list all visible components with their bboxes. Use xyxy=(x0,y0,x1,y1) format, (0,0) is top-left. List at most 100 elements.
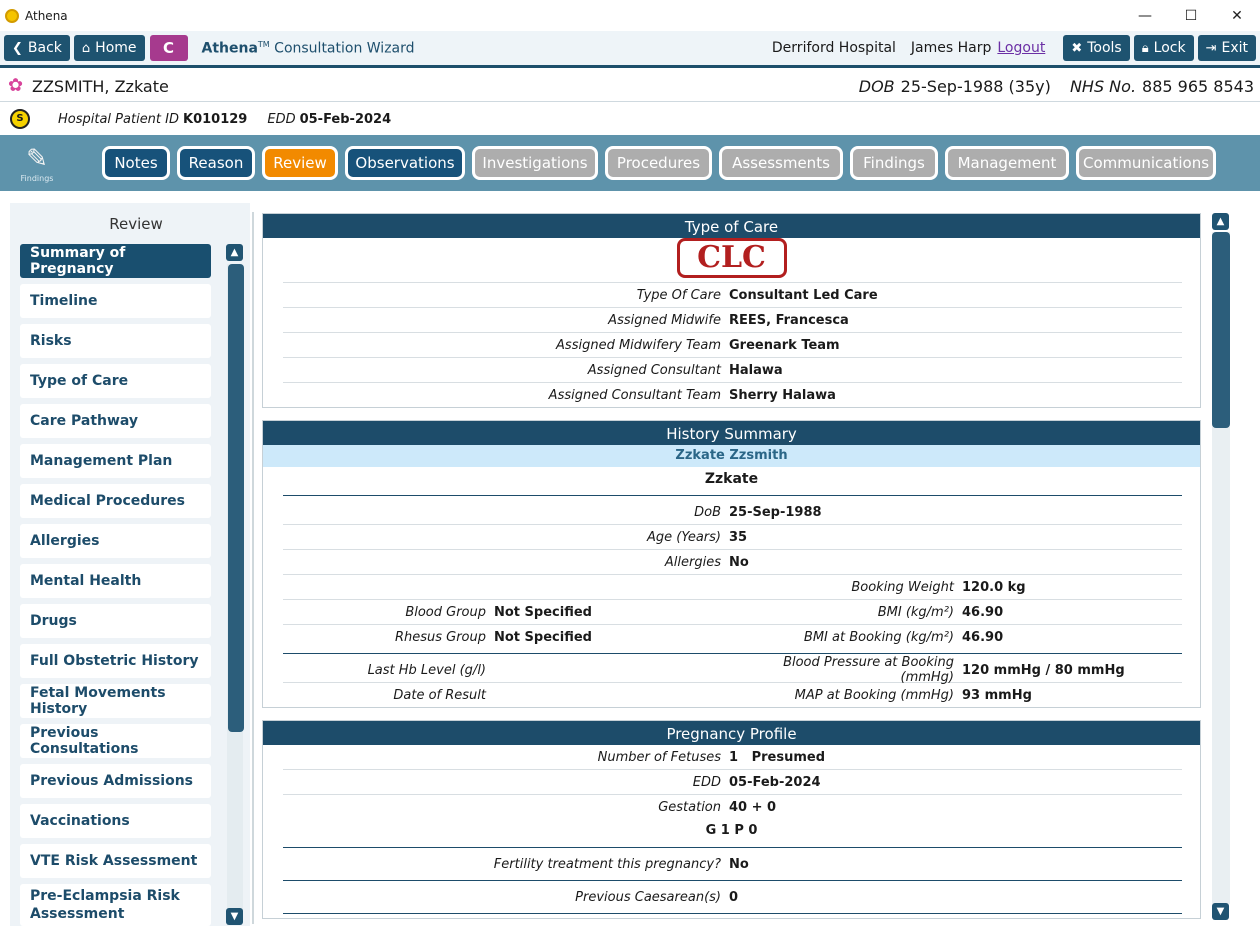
home-icon: ⌂ xyxy=(81,40,91,56)
tab-communications[interactable]: Communications xyxy=(1076,146,1216,180)
tools-label: Tools xyxy=(1087,40,1122,56)
nav-management-plan[interactable]: Management Plan xyxy=(20,444,211,478)
tab-review[interactable]: Review xyxy=(262,146,338,180)
content-scroll-thumb[interactable] xyxy=(1212,232,1230,428)
tab-investigations[interactable]: Investigations xyxy=(472,146,598,180)
notepad-icon: ✎ xyxy=(26,143,48,174)
history-result-map-row: Date of Result MAP at Booking (mmHg) 93 mm… xyxy=(393,687,1032,703)
assigned-consultant-row: Assigned Consultant Halawa xyxy=(587,362,783,378)
review-nav-list: Summary of Pregnancy Timeline Risks Type… xyxy=(20,244,211,932)
tab-procedures[interactable]: Procedures xyxy=(605,146,712,180)
lock-icon: 🔒︎ xyxy=(1141,40,1149,56)
history-patient-subhead: Zzkate Zzsmith xyxy=(263,445,1200,467)
window-controls: — ☐ ✕ xyxy=(1122,8,1260,24)
nav-full-obstetric-history[interactable]: Full Obstetric History xyxy=(20,644,211,678)
findings-shortcut-label: Findings xyxy=(20,173,54,183)
patient-id-bar: S Hospital Patient ID K010129 EDD 05-Feb-2… xyxy=(0,104,1260,134)
nav-scroll-thumb[interactable] xyxy=(228,264,244,732)
tab-observations[interactable]: Observations xyxy=(345,146,465,180)
review-panel-title: Review xyxy=(109,215,163,233)
exit-label: Exit xyxy=(1221,40,1248,56)
history-allergies-row: Allergies No xyxy=(664,554,749,570)
type-of-care-header: Type of Care xyxy=(263,214,1200,238)
wizard-tm: TM xyxy=(257,39,270,49)
fertility-row: Fertility treatment this pregnancy? No xyxy=(493,856,749,872)
nav-medical-procedures[interactable]: Medical Procedures xyxy=(20,484,211,518)
content-scrollbar[interactable]: ▲ ▼ xyxy=(1212,213,1230,921)
history-age-row: Age (Years) 35 xyxy=(646,529,748,545)
c-button[interactable]: C xyxy=(149,35,188,61)
nav-allergies[interactable]: Allergies xyxy=(20,524,211,558)
clc-stamp: CLC xyxy=(676,238,787,278)
assigned-midwifery-team-row: Assigned Midwifery Team Greenark Team xyxy=(556,337,840,353)
close-icon[interactable]: ✕ xyxy=(1214,8,1260,24)
scroll-down-icon[interactable]: ▼ xyxy=(226,908,243,925)
fetuses-row: Number of Fetuses 1 Presumed xyxy=(597,749,826,765)
nhs-value: 885 965 8543 xyxy=(1142,76,1254,96)
wizard-name: Athena xyxy=(201,40,258,57)
gravida-para: G 1 P 0 xyxy=(705,823,758,838)
gestation-row: Gestation 40 + 0 xyxy=(658,799,777,815)
nav-type-of-care[interactable]: Type of Care xyxy=(20,364,211,398)
edd-value: 05-Feb-2024 xyxy=(299,111,392,127)
nav-summary-of-pregnancy[interactable]: Summary of Pregnancy xyxy=(20,244,211,278)
flower-icon: ✿ xyxy=(8,75,24,96)
pregnancy-profile-section: Pregnancy Profile Number of Fetuses 1 Pre… xyxy=(262,720,1201,919)
patient-bar: ✿ ZZSMITH, Zzkate DOB 25-Sep-1988 (35y) N… xyxy=(0,71,1260,102)
nav-scrollbar[interactable]: ▲ ▼ xyxy=(226,244,244,928)
nav-timeline[interactable]: Timeline xyxy=(20,284,211,318)
nav-vte-risk-assessment[interactable]: VTE Risk Assessment xyxy=(20,844,211,878)
nav-drugs[interactable]: Drugs xyxy=(20,604,211,638)
nav-risks[interactable]: Risks xyxy=(20,324,211,358)
exit-icon: ⇥ xyxy=(1205,40,1217,56)
findings-shortcut[interactable]: ✎ Findings xyxy=(12,137,62,189)
tab-management[interactable]: Management xyxy=(945,146,1069,180)
nav-vaccinations[interactable]: Vaccinations xyxy=(20,804,211,838)
assigned-consultant-team-row: Assigned Consultant Team Sherry Halawa xyxy=(548,387,836,403)
s-logo-icon: S xyxy=(10,109,30,129)
tools-button[interactable]: ✖ Tools xyxy=(1063,35,1130,61)
user-name: James Harp xyxy=(910,40,992,56)
panel-divider xyxy=(252,212,254,924)
history-dob-row: DoB 25-Sep-1988 xyxy=(694,504,822,520)
home-button[interactable]: ⌂ Home xyxy=(73,35,145,61)
nhs-label: NHS No. xyxy=(1069,76,1137,96)
wizard-title: AthenaTM Consultation Wizard xyxy=(202,40,415,57)
home-label: Home xyxy=(95,40,137,56)
nav-previous-consultations[interactable]: Previous Consultations xyxy=(20,724,211,758)
nav-fetal-movements-history[interactable]: Fetal Movements History xyxy=(20,684,211,718)
nav-scroll-track[interactable] xyxy=(227,264,244,914)
wizard-rest: Consultation Wizard xyxy=(269,40,415,57)
lock-button[interactable]: 🔒︎ Lock xyxy=(1133,35,1194,61)
tab-notes[interactable]: Notes xyxy=(102,146,170,180)
nav-care-pathway[interactable]: Care Pathway xyxy=(20,404,211,438)
hpid-value: K010129 xyxy=(183,111,248,127)
logout-link[interactable]: Logout xyxy=(997,40,1045,56)
history-blood-bmi-row: Blood Group Not Specified BMI (kg/m²) 46.90 xyxy=(405,604,1004,620)
lock-label: Lock xyxy=(1153,40,1186,56)
minimize-icon[interactable]: — xyxy=(1122,8,1168,24)
history-summary-section: History Summary Zzkate Zzsmith Zzkate Do… xyxy=(262,420,1201,708)
content-scroll-down-icon[interactable]: ▼ xyxy=(1212,903,1229,920)
maximize-icon[interactable]: ☐ xyxy=(1168,8,1214,24)
history-summary-header: History Summary xyxy=(263,421,1200,445)
tab-findings[interactable]: Findings xyxy=(850,146,938,180)
nav-mental-health[interactable]: Mental Health xyxy=(20,564,211,598)
nav-previous-admissions[interactable]: Previous Admissions xyxy=(20,764,211,798)
type-of-care-row: Type Of Care Consultant Led Care xyxy=(636,287,878,303)
exit-button[interactable]: ⇥ Exit xyxy=(1197,35,1256,61)
dob-label: DOB xyxy=(858,76,895,96)
tab-assessments[interactable]: Assessments xyxy=(719,146,843,180)
history-first-name: Zzkate xyxy=(704,471,759,487)
review-nav-panel: Review Summary of Pregnancy Timeline Ris… xyxy=(10,203,250,926)
review-content: Type of Care CLC Type Of Care Consultant … xyxy=(262,213,1201,926)
window-title: Athena xyxy=(25,8,68,23)
back-label: Back xyxy=(27,40,62,56)
nav-pre-eclampsia-risk-assessment[interactable]: Pre-Eclampsia Risk Assessment xyxy=(20,884,211,926)
hospital-name: Derriford Hospital xyxy=(771,40,896,56)
content-scroll-up-icon[interactable]: ▲ xyxy=(1212,213,1229,230)
scroll-up-icon[interactable]: ▲ xyxy=(226,244,243,261)
patient-identifiers: DOB 25-Sep-1988 (35y) NHS No. 885 965 8543 xyxy=(859,77,1254,96)
tab-reason[interactable]: Reason xyxy=(177,146,255,180)
back-button[interactable]: ❮ Back xyxy=(4,35,70,61)
